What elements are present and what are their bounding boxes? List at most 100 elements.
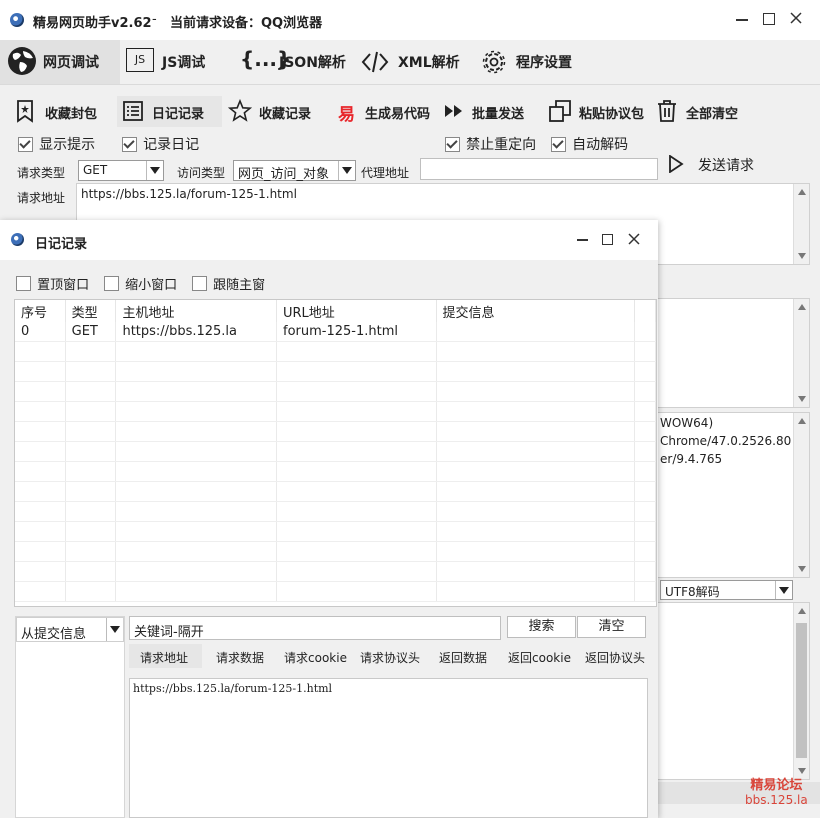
- detail-tab-label[interactable]: 请求地址: [140, 649, 188, 666]
- toolbar-gen-code-button[interactable]: 易 生成易代码: [336, 97, 436, 125]
- detail-tab-label[interactable]: 请求数据: [216, 649, 264, 666]
- detail-tab-label[interactable]: 返回数据: [439, 649, 487, 666]
- toolbar-favorites-button[interactable]: 收藏记录: [228, 97, 323, 125]
- ua-scrollbar[interactable]: [793, 413, 809, 577]
- fast-forward-icon: [445, 105, 462, 117]
- watermark-line2: bbs.125.la: [745, 793, 808, 807]
- shrink-checkbox[interactable]: 缩小窗口: [104, 274, 177, 293]
- toolbar-log-button[interactable]: 日记记录: [117, 96, 222, 127]
- tab-xml-parse[interactable]: XML解析: [361, 40, 466, 84]
- table-row-empty: [15, 421, 656, 442]
- log-table: 序号 类型 主机地址 URL地址 提交信息 0 GET https://bbs.…: [15, 300, 656, 602]
- close-icon: [790, 12, 802, 24]
- tab-json-parse-label: JSON解析: [279, 55, 346, 71]
- topmost-check[interactable]: [16, 276, 31, 291]
- proxy-input[interactable]: [420, 158, 658, 180]
- tab-web-debug-label: 网页调试: [43, 55, 99, 71]
- filter-list-panel[interactable]: [15, 616, 125, 818]
- ua-line: WOW64): [660, 416, 714, 430]
- detail-tab-label[interactable]: 请求cookie: [284, 649, 347, 666]
- chevron-down-icon[interactable]: [338, 161, 355, 180]
- record-log-checkbox[interactable]: 记录日记: [122, 134, 199, 154]
- decoded-output-panel[interactable]: [656, 602, 810, 780]
- show-tips-check[interactable]: [18, 136, 33, 152]
- column-header[interactable]: 提交信息: [436, 300, 636, 322]
- tab-settings[interactable]: 程序设置: [479, 40, 589, 84]
- detail-textarea[interactable]: https://bbs.125.la/forum-125-1.html: [129, 678, 648, 818]
- auto-decode-checkbox[interactable]: 自动解码: [551, 134, 628, 154]
- log-minimize-button[interactable]: [577, 239, 588, 241]
- log-window-title: 日记记录: [35, 237, 88, 252]
- column-header[interactable]: URL地址: [276, 300, 437, 322]
- response-scrollbar[interactable]: [793, 299, 809, 407]
- follow-check[interactable]: [192, 276, 207, 291]
- star-icon: [228, 99, 252, 122]
- search-button[interactable]: 搜索: [507, 616, 576, 638]
- detail-tab-label[interactable]: 请求协议头: [360, 649, 420, 666]
- clear-button[interactable]: 清空: [577, 616, 646, 638]
- table-row[interactable]: 0 GET https://bbs.125.la forum-125-1.htm…: [15, 322, 656, 342]
- tab-js-debug-label: JS调试: [162, 55, 206, 71]
- detail-tab-label[interactable]: 返回协议头: [585, 649, 645, 666]
- show-tips-label: 显示提示: [39, 137, 96, 153]
- shrink-check[interactable]: [104, 276, 119, 291]
- follow-checkbox[interactable]: 跟随主窗: [192, 274, 265, 293]
- toolbar-paste-button[interactable]: 粘贴协议包: [548, 97, 653, 125]
- tab-settings-label: 程序设置: [516, 55, 572, 71]
- request-type-label: 请求类型: [17, 166, 66, 180]
- toolbar-clear-all-button[interactable]: 全部清空: [656, 97, 751, 125]
- follow-label: 跟随主窗: [213, 278, 266, 293]
- response-data-panel[interactable]: [656, 298, 810, 408]
- log-close-button[interactable]: [626, 231, 642, 247]
- table-row-empty: [15, 501, 656, 522]
- url-label: 请求地址: [17, 191, 66, 205]
- keyword-input[interactable]: 关键词-隔开: [129, 616, 501, 640]
- send-request-button[interactable]: 发送请求: [666, 154, 766, 176]
- table-row-empty: [15, 361, 656, 382]
- ua-line: Chrome/47.0.2526.80: [660, 434, 792, 448]
- log-maximize-button[interactable]: [602, 234, 613, 245]
- auto-decode-check[interactable]: [551, 136, 566, 152]
- url-scrollbar[interactable]: [793, 184, 809, 264]
- detail-tab-label[interactable]: 返回cookie: [508, 649, 571, 666]
- access-type-select[interactable]: 网页_访问_对象: [233, 160, 356, 182]
- access-type-label: 访问类型: [177, 166, 226, 180]
- gear-icon: [482, 50, 506, 74]
- list-icon: [123, 101, 143, 121]
- table-row-empty: [15, 541, 656, 562]
- scrollbar-thumb[interactable]: [796, 623, 807, 758]
- device-label: 当前请求设备：QQ浏览器: [170, 16, 323, 31]
- topmost-checkbox[interactable]: 置顶窗口: [16, 274, 89, 293]
- decode-select[interactable]: UTF8解码: [660, 580, 793, 600]
- table-row-empty: [15, 561, 656, 582]
- decoded-scrollbar[interactable]: [793, 603, 809, 779]
- code-icon: [361, 51, 389, 73]
- column-header[interactable]: 主机地址: [115, 300, 277, 322]
- record-log-check[interactable]: [122, 136, 137, 152]
- main-tab-bar: 网页调试 JS JS调试 {...} JSON解析 XML解析 程序设置: [0, 40, 820, 85]
- toolbar-bookmark-button[interactable]: 收藏封包: [14, 97, 104, 125]
- chevron-down-icon[interactable]: [106, 618, 123, 641]
- watermark: 精易论坛 bbs.125.la: [745, 779, 808, 808]
- filter-select[interactable]: 从提交信息: [16, 617, 124, 642]
- log-window-icon: [11, 233, 24, 246]
- show-tips-checkbox[interactable]: 显示提示: [18, 134, 95, 154]
- column-header[interactable]: 序号: [15, 300, 66, 322]
- toolbar-batch-send-button[interactable]: 批量发送: [444, 97, 534, 125]
- close-button[interactable]: [788, 10, 804, 26]
- table-row-empty: [15, 581, 656, 602]
- table-row-empty: [15, 341, 656, 362]
- maximize-button[interactable]: [763, 13, 775, 25]
- tab-js-debug[interactable]: JS JS调试: [124, 40, 224, 84]
- chevron-down-icon[interactable]: [146, 161, 163, 180]
- chevron-down-icon[interactable]: [775, 581, 792, 599]
- no-redirect-check[interactable]: [445, 136, 460, 152]
- user-agent-panel[interactable]: WOW64) Chrome/47.0.2526.80 er/9.4.765: [656, 412, 810, 578]
- tab-web-debug[interactable]: 网页调试: [0, 40, 120, 84]
- tab-json-parse[interactable]: {...} JSON解析: [240, 40, 355, 84]
- minimize-button[interactable]: [736, 19, 748, 21]
- no-redirect-checkbox[interactable]: 禁止重定向: [445, 134, 536, 154]
- request-type-select[interactable]: GET: [78, 160, 164, 181]
- table-row-empty: [15, 481, 656, 502]
- column-header[interactable]: 类型: [65, 300, 117, 322]
